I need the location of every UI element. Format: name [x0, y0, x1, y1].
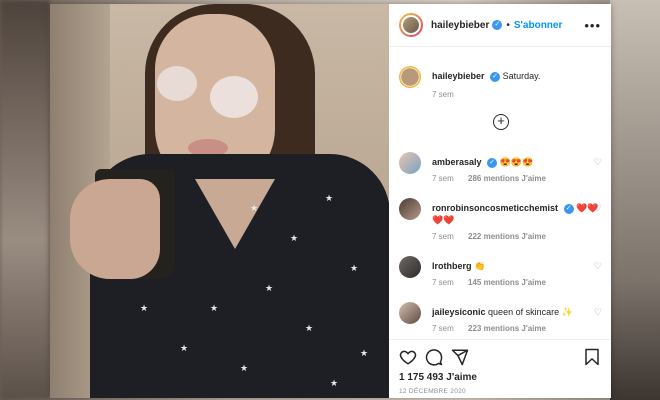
robe-star: ★: [360, 348, 369, 358]
comment-body: 😍😍😍: [499, 157, 534, 167]
avatar[interactable]: [399, 302, 421, 324]
share-icon[interactable]: [451, 348, 469, 366]
caption-meta: 7 sem: [432, 90, 466, 99]
robe-star: ★: [290, 233, 299, 243]
comment-time[interactable]: 7 sem: [432, 324, 454, 333]
comment-meta: 7 sem 223 mentions J'aime: [432, 324, 558, 333]
heart-icon[interactable]: ♡: [594, 203, 602, 214]
comment-meta: 7 sem 222 mentions J'aime: [432, 232, 558, 241]
robe-star: ★: [265, 283, 274, 293]
robe-star: ★: [330, 378, 339, 388]
comment-text: ronrobinsoncosmeticchemist ✓ ❤️❤️❤️❤️: [432, 202, 602, 226]
heart-icon[interactable]: ♡: [594, 307, 602, 318]
comment-text: amberasaly ✓ 😍😍😍: [432, 156, 602, 168]
caption-text: haileybieber ✓ Saturday.: [432, 70, 602, 82]
comment-meta: 7 sem 145 mentions J'aime: [432, 278, 558, 287]
likes-count[interactable]: 1 175 493 J'aime: [399, 372, 477, 383]
avatar[interactable]: [399, 66, 421, 88]
comment-username[interactable]: amberasaly: [432, 157, 482, 167]
robe-star: ★: [140, 303, 149, 313]
comment-username[interactable]: lrothberg: [432, 261, 472, 271]
avatar[interactable]: [399, 256, 421, 278]
avatar[interactable]: [399, 152, 421, 174]
verified-icon: ✓: [487, 157, 498, 168]
avatar[interactable]: [399, 13, 423, 37]
comment-time[interactable]: 7 sem: [432, 278, 454, 287]
follow-button[interactable]: S'abonner: [514, 20, 563, 31]
verified-icon: ✓: [563, 203, 574, 214]
background-left: [0, 0, 50, 400]
comment-text: jaileysiconic queen of skincare ✨: [432, 306, 602, 318]
comment-time[interactable]: 7 sem: [432, 174, 454, 183]
robe-star: ★: [180, 343, 189, 353]
post-actions: 1 175 493 J'aime 12 DÉCEMBRE 2020: [389, 339, 611, 398]
verified-icon: ✓: [490, 71, 501, 82]
robe-star: ★: [325, 193, 334, 203]
comment-likes[interactable]: 222 mentions J'aime: [468, 232, 546, 241]
heart-icon[interactable]: ♡: [594, 261, 602, 272]
background-right: [610, 0, 660, 400]
photo-mask-left: [157, 66, 197, 101]
post-date[interactable]: 12 DÉCEMBRE 2020: [399, 388, 466, 395]
comment-username[interactable]: ronrobinsoncosmeticchemist: [432, 203, 558, 213]
avatar[interactable]: [399, 198, 421, 220]
comments-list: haileybieber ✓ Saturday. 7 sem + amberas…: [389, 48, 611, 338]
photo-hand: [70, 179, 160, 279]
caption-body: Saturday.: [502, 71, 541, 81]
comment-likes[interactable]: 286 mentions J'aime: [468, 174, 546, 183]
more-options-icon[interactable]: •••: [584, 18, 601, 33]
comment-body: queen of skincare ✨: [488, 307, 573, 317]
heart-icon[interactable]: ♡: [594, 157, 602, 168]
photo-mask-right: [210, 76, 258, 118]
header-username[interactable]: haileybieber: [431, 20, 489, 31]
plus-circle-icon[interactable]: +: [493, 114, 509, 130]
photo-neckline: [195, 179, 275, 249]
comment-likes[interactable]: 145 mentions J'aime: [468, 278, 546, 287]
comment-icon[interactable]: [425, 348, 443, 366]
caption-username[interactable]: haileybieber: [432, 71, 485, 81]
verified-icon: ✓: [492, 20, 503, 30]
instagram-post: ★ ★ ★ ★ ★ ★ ★ ★ ★ ★ ★ ★ haileybieber ✓ •…: [50, 4, 611, 398]
comment-username[interactable]: jaileysiconic: [432, 307, 486, 317]
robe-star: ★: [305, 323, 314, 333]
robe-star: ★: [250, 203, 259, 213]
caption-time[interactable]: 7 sem: [432, 90, 454, 99]
robe-star: ★: [210, 303, 219, 313]
comment-time[interactable]: 7 sem: [432, 232, 454, 241]
comment-meta: 7 sem 286 mentions J'aime: [432, 174, 558, 183]
bookmark-icon[interactable]: [583, 348, 601, 366]
comment-likes[interactable]: 223 mentions J'aime: [468, 324, 546, 333]
heart-icon[interactable]: [399, 348, 417, 366]
robe-star: ★: [240, 363, 249, 373]
comment-text: lrothberg 👏: [432, 260, 602, 272]
comment-body: 👏: [474, 261, 486, 271]
separator: •: [506, 19, 510, 31]
post-header: haileybieber ✓ • S'abonner •••: [389, 4, 611, 47]
robe-star: ★: [350, 263, 359, 273]
post-sidebar: haileybieber ✓ • S'abonner ••• haileybie…: [389, 4, 611, 398]
post-photo[interactable]: ★ ★ ★ ★ ★ ★ ★ ★ ★ ★ ★ ★: [50, 4, 389, 398]
